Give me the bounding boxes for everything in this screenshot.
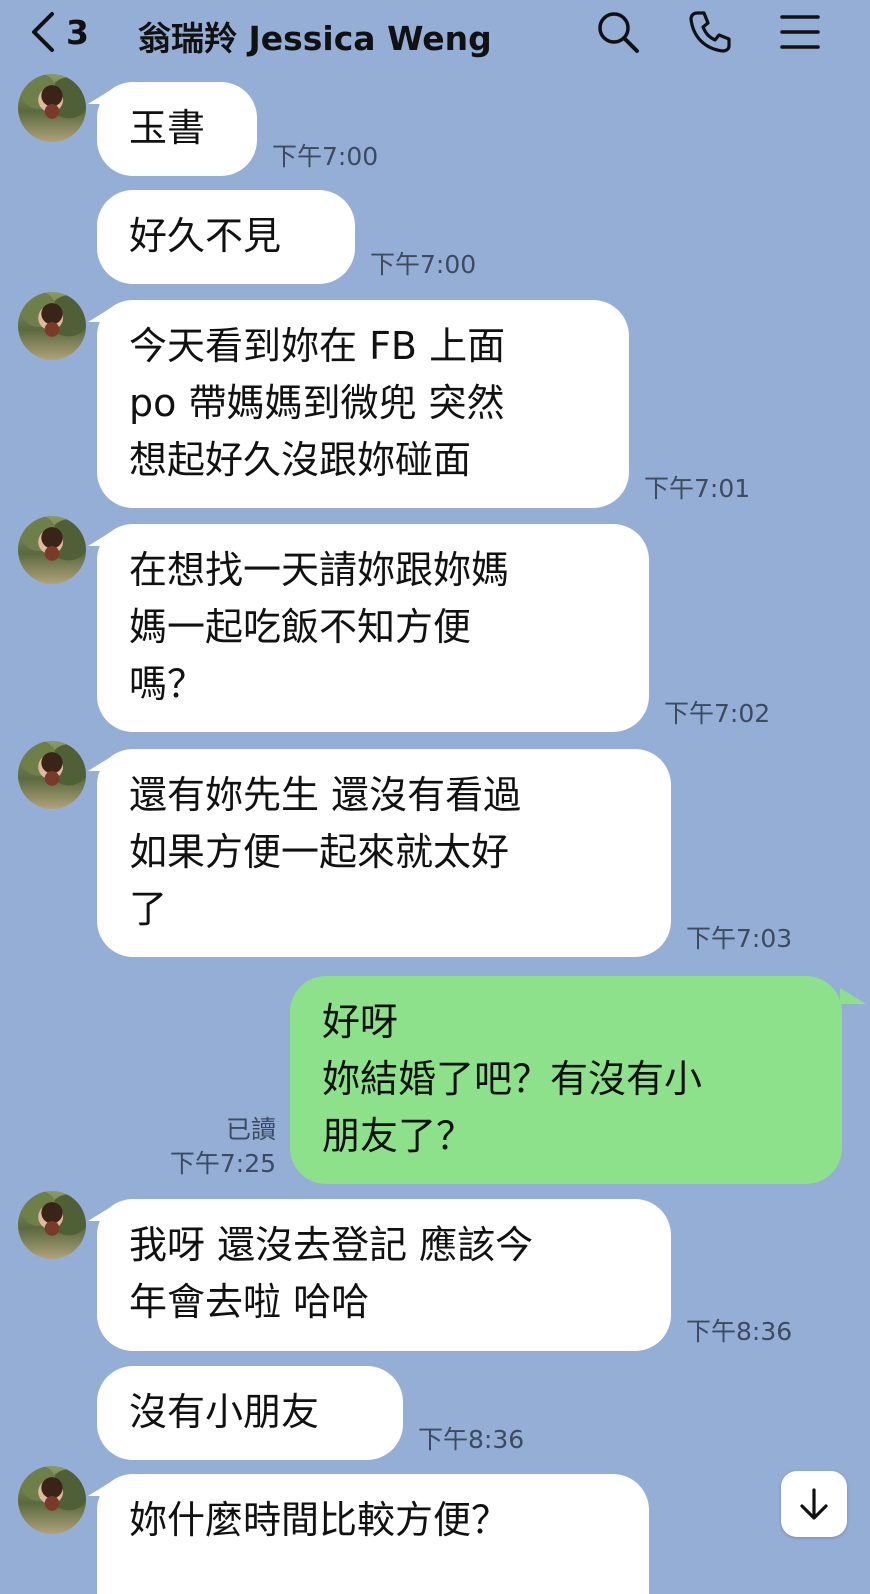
incoming-message[interactable]: 還有妳先生 還沒有看過 如果方便一起來就太好 了 (97, 749, 671, 957)
search-button[interactable] (592, 6, 644, 58)
incoming-message[interactable]: 玉書 (97, 82, 257, 176)
call-button[interactable] (684, 6, 736, 58)
message-line: 如果方便一起來就太好 (129, 830, 510, 874)
incoming-message[interactable]: 我呀 還沒去登記 應該今 年會去啦 哈哈 (97, 1199, 671, 1351)
phone-icon (689, 11, 731, 53)
message-line: 嗎？ (129, 662, 206, 706)
back-button[interactable]: 3 (30, 10, 89, 54)
unread-count: 3 (66, 12, 89, 52)
message-line: po 帶媽媽到微兜 突然 (129, 381, 505, 425)
contact-avatar[interactable] (18, 1191, 86, 1259)
outgoing-message[interactable]: 好呀 妳結婚了吧？有沒有小 朋友了？ (290, 976, 842, 1184)
message-text: 沒有小朋友 (129, 1390, 320, 1434)
message-time: 下午7:25 (169, 1149, 276, 1178)
incoming-message[interactable]: 沒有小朋友 (97, 1366, 403, 1460)
arrow-down-icon (800, 1488, 828, 1520)
incoming-message[interactable]: 好久不見 (97, 190, 355, 284)
message-time: 下午8:36 (418, 1425, 525, 1454)
message-time: 下午7:01 (644, 474, 751, 503)
contact-name: 翁瑞羚 Jessica Weng (138, 19, 492, 58)
contact-avatar[interactable] (18, 741, 86, 809)
contact-avatar[interactable] (18, 1466, 86, 1534)
message-text: 好久不見 (129, 214, 282, 258)
hamburger-menu-icon (780, 15, 820, 49)
message-line: 還有妳先生 還沒有看過 (129, 773, 522, 817)
incoming-message[interactable]: 在想找一天請妳跟妳媽 媽一起吃飯不知方便 嗎？ (97, 524, 649, 732)
message-time: 下午7:03 (686, 924, 793, 953)
message-line: 今天看到妳在 FB 上面 (129, 324, 506, 368)
message-line: 朋友了？ (322, 1114, 475, 1158)
contact-avatar[interactable] (18, 516, 86, 584)
message-line: 妳結婚了吧？有沒有小 (322, 1057, 703, 1101)
message-time: 下午7:02 (664, 699, 771, 728)
chevron-left-icon (32, 12, 54, 52)
search-icon (598, 12, 639, 53)
incoming-message[interactable]: 妳什麼時間比較方便？ (97, 1474, 649, 1594)
contact-avatar[interactable] (18, 292, 86, 360)
scroll-to-bottom-button[interactable] (781, 1471, 847, 1537)
incoming-message[interactable]: 今天看到妳在 FB 上面 po 帶媽媽到微兜 突然 想起好久沒跟妳碰面 (97, 300, 629, 508)
message-line: 好呀 (322, 1000, 399, 1044)
bubble-tail (840, 988, 866, 1004)
message-line: 了 (129, 887, 168, 931)
message-line: 在想找一天請妳跟妳媽 (129, 548, 510, 592)
message-text: 玉書 (129, 106, 206, 150)
message-time: 下午7:00 (272, 142, 379, 171)
message-line: 年會去啦 哈哈 (129, 1280, 370, 1324)
message-line: 媽一起吃飯不知方便 (129, 605, 472, 649)
menu-button[interactable] (774, 6, 826, 58)
message-time: 下午7:00 (370, 250, 477, 279)
read-receipt: 已讀 (225, 1115, 276, 1144)
message-line: 想起好久沒跟妳碰面 (129, 438, 472, 482)
message-time: 下午8:36 (686, 1317, 793, 1346)
message-line: 我呀 還沒去登記 應該今 (129, 1223, 534, 1267)
chat-header: 3 翁瑞羚 Jessica Weng (0, 0, 870, 64)
message-text: 妳什麼時間比較方便？ (129, 1498, 510, 1542)
contact-avatar[interactable] (18, 74, 86, 142)
